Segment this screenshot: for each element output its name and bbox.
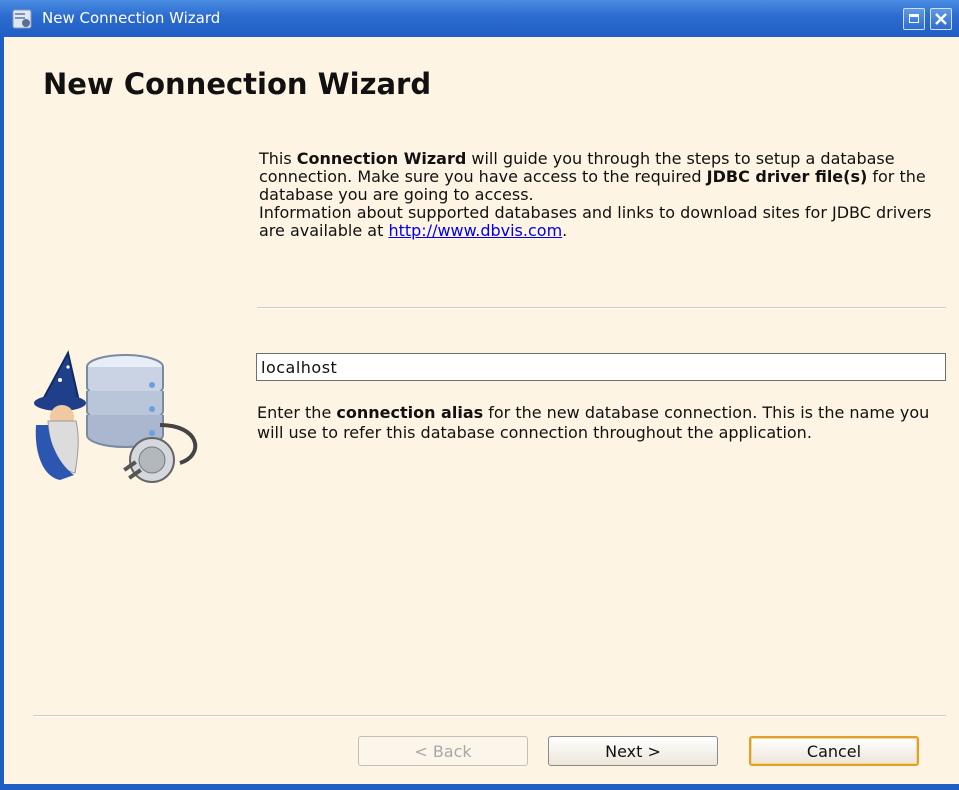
info-text-part: Information about supported databases an… — [259, 203, 932, 240]
intro-text: This Connection Wizard will guide you th… — [259, 150, 949, 204]
next-button[interactable]: Next > — [548, 736, 718, 766]
maximize-icon[interactable] — [903, 8, 925, 30]
wizard-database-plug-icon — [34, 350, 198, 483]
connection-alias-input[interactable] — [256, 353, 946, 381]
dbvis-link[interactable]: http://www.dbvis.com — [388, 221, 562, 240]
back-button[interactable]: < Back — [358, 736, 528, 766]
window-title: New Connection Wizard — [42, 9, 221, 27]
wizard-window: New Connection Wizard New Connection Wiz… — [0, 0, 959, 790]
cancel-button[interactable]: Cancel — [749, 736, 919, 766]
info-text-suffix: . — [562, 221, 568, 240]
close-icon[interactable] — [930, 8, 952, 30]
wizard-description: This Connection Wizard will guide you th… — [259, 150, 949, 240]
page-title: New Connection Wizard — [43, 67, 432, 101]
app-icon — [12, 9, 32, 29]
intro-text-part: This — [259, 149, 297, 168]
intro-bold-driver: JDBC driver file(s) — [706, 167, 868, 186]
footer-divider — [33, 715, 946, 717]
alias-hint: Enter the connection alias for the new d… — [257, 403, 947, 443]
intro-bold-wizard: Connection Wizard — [296, 149, 467, 168]
hint-bold-alias: connection alias — [336, 403, 484, 422]
title-bar[interactable]: New Connection Wizard — [0, 0, 959, 37]
hint-text-part: Enter the — [257, 403, 337, 422]
divider — [257, 307, 946, 309]
window-frame-bottom — [0, 784, 959, 790]
info-text: Information about supported databases an… — [259, 204, 949, 240]
